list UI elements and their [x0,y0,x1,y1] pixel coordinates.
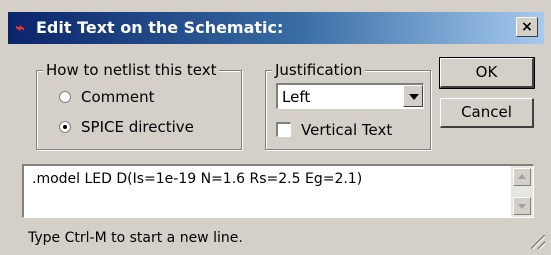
resize-grip-icon[interactable] [531,235,545,249]
radio-spice-directive-label: SPICE directive [81,118,194,136]
justification-selected-value: Left [282,88,311,106]
close-button[interactable]: × [516,17,538,37]
directive-text-value[interactable]: .model LED D(Is=1e-19 N=1.6 Rs=2.5 Eg=2.… [32,171,362,187]
justification-select[interactable]: Left [276,83,424,109]
radio-spice-directive-indicator[interactable] [59,120,71,133]
justification-group-label: Justification [272,61,366,79]
directive-text-input[interactable]: .model LED D(Is=1e-19 N=1.6 Rs=2.5 Eg=2.… [22,164,534,218]
radio-comment-label: Comment [81,88,155,106]
new-line-hint: Type Ctrl-M to start a new line. [28,230,243,246]
dialog-title: Edit Text on the Schematic: [36,18,284,37]
netlist-mode-group: How to netlist this text Comment SPICE d… [36,61,242,150]
netlist-group-label: How to netlist this text [43,61,220,79]
vertical-text-checkbox-row[interactable]: Vertical Text [276,121,392,139]
title-bar[interactable]: ⌁ Edit Text on the Schematic: × [8,12,544,44]
scroll-down-icon[interactable] [513,197,531,215]
radio-spice-directive[interactable]: SPICE directive [59,118,194,136]
cancel-button[interactable]: Cancel [440,98,534,128]
ltspice-app-icon: ⌁ [14,18,24,37]
vertical-text-checkbox[interactable] [276,122,291,137]
scroll-up-icon[interactable] [513,168,531,186]
ok-button[interactable]: OK [439,57,535,89]
text-scrollbar[interactable] [511,166,533,217]
edit-text-dialog: ⌁ Edit Text on the Schematic: × How to n… [0,0,551,255]
radio-comment[interactable]: Comment [59,88,155,106]
justification-group: Justification Left Vertical Text [265,61,431,150]
vertical-text-label: Vertical Text [301,121,393,139]
dropdown-arrow-icon[interactable] [403,85,423,107]
radio-comment-indicator[interactable] [59,90,71,103]
